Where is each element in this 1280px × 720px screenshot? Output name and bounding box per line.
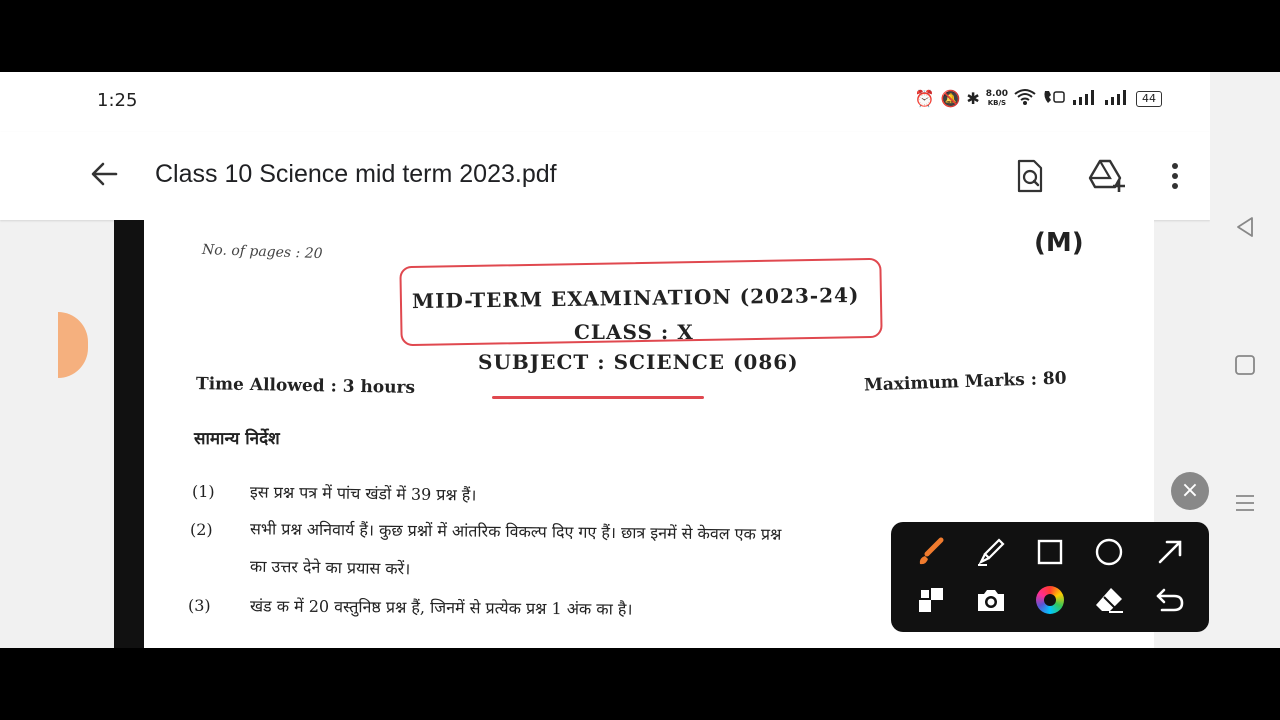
net-speed-value: 8.00 xyxy=(985,89,1008,99)
red-annotation-underline xyxy=(492,396,704,399)
pages-label: No. of pages : 20 xyxy=(201,241,323,263)
home-square-icon[interactable] xyxy=(1232,352,1258,378)
peach-edge-indicator xyxy=(58,312,88,378)
color-wheel-icon[interactable] xyxy=(1030,580,1070,620)
red-annotation-box xyxy=(399,257,883,347)
close-annotation-button[interactable]: × xyxy=(1171,472,1209,510)
mosaic-icon[interactable] xyxy=(911,580,951,620)
undo-icon[interactable] xyxy=(1150,580,1190,620)
max-marks: Maximum Marks : 80 xyxy=(863,368,1067,396)
alarm-icon: ⏰ xyxy=(914,89,935,108)
signal-icon xyxy=(1072,89,1098,109)
navigation-bar xyxy=(1210,72,1280,648)
arrow-icon[interactable] xyxy=(1150,532,1190,572)
battery-icon: 44 xyxy=(1136,91,1162,107)
circle-icon[interactable] xyxy=(1089,532,1129,572)
instruction-text: सभी प्रश्न अनिवार्य हैं। कुछ प्रश्नों मे… xyxy=(249,519,782,544)
volte-icon xyxy=(1042,88,1066,110)
instruction-text: खंड क में 20 वस्तुनिष्ठ प्रश्न हैं, जिनम… xyxy=(249,596,633,619)
highlighter-icon[interactable] xyxy=(971,532,1011,572)
status-bar: 1:25 ⏰ 🔕 ✱ 8.00 KB/S 44 xyxy=(0,72,1210,132)
menu-lines-icon[interactable] xyxy=(1232,490,1258,516)
search-in-document-icon[interactable] xyxy=(1012,158,1048,194)
rectangle-icon[interactable] xyxy=(1030,532,1070,572)
mute-icon: 🔕 xyxy=(940,89,961,108)
phone-screen: 1:25 ⏰ 🔕 ✱ 8.00 KB/S 44 Class 10 Science… xyxy=(0,72,1210,648)
net-speed-unit: KB/S xyxy=(987,99,1007,107)
subject-line: SUBJECT : SCIENCE (086) xyxy=(478,350,799,374)
instruction-number: (1) xyxy=(192,482,215,501)
screen: 1:25 ⏰ 🔕 ✱ 8.00 KB/S 44 Class 10 Science… xyxy=(0,72,1280,648)
signal-icon xyxy=(1104,89,1130,109)
instruction-number: (2) xyxy=(190,520,213,539)
instruction-text: का उत्तर देने का प्रयास करें। xyxy=(249,556,411,579)
back-triangle-icon[interactable] xyxy=(1232,214,1258,240)
more-options-icon[interactable] xyxy=(1157,158,1193,194)
brush-icon[interactable] xyxy=(911,532,951,572)
letterbox-bottom xyxy=(0,648,1280,720)
wifi-icon xyxy=(1014,88,1036,110)
instructions-heading: सामान्य निर्देश xyxy=(194,429,280,449)
annotation-toolbar xyxy=(891,522,1209,632)
page-scan-edge xyxy=(114,220,144,648)
status-time: 1:25 xyxy=(97,90,138,111)
set-code: (M) xyxy=(1034,228,1084,258)
app-bar: Class 10 Science mid term 2023.pdf xyxy=(0,132,1210,220)
eraser-icon[interactable] xyxy=(1089,580,1129,620)
status-icons: ⏰ 🔕 ✱ 8.00 KB/S 44 xyxy=(915,88,1162,110)
net-speed: 8.00 KB/S xyxy=(986,90,1008,108)
back-arrow-icon[interactable] xyxy=(88,158,120,190)
instruction-number: (3) xyxy=(188,596,211,615)
camera-icon[interactable] xyxy=(971,580,1011,620)
add-to-drive-icon[interactable] xyxy=(1088,158,1125,194)
time-allowed: Time Allowed : 3 hours xyxy=(195,374,416,398)
bluetooth-icon: ✱ xyxy=(966,89,980,108)
instruction-text: इस प्रश्न पत्र में पांच खंडों में 39 प्र… xyxy=(249,482,477,505)
document-title: Class 10 Science mid term 2023.pdf xyxy=(155,160,557,188)
letterbox-top xyxy=(0,0,1280,72)
